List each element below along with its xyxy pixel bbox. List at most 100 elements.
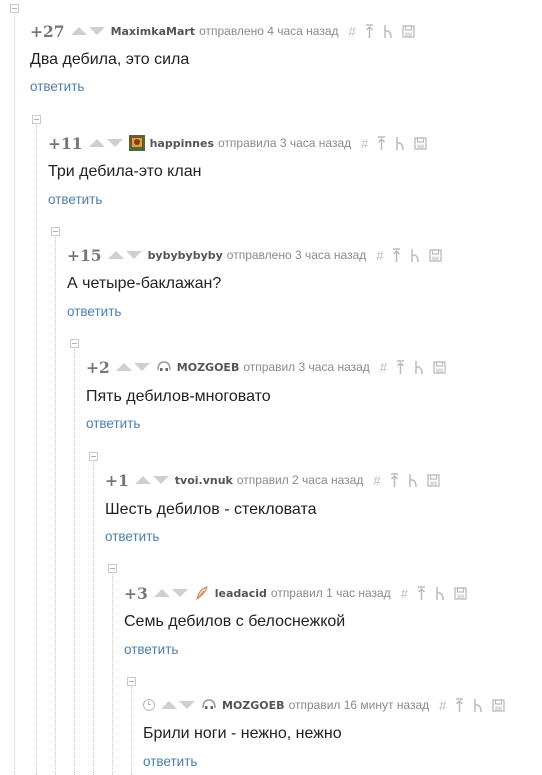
reply-link[interactable]: ответить — [86, 416, 140, 431]
clock-icon — [143, 699, 155, 711]
upvote-icon[interactable] — [153, 589, 170, 597]
pin-up-icon[interactable] — [455, 698, 464, 712]
comment-tools: # — [380, 360, 446, 375]
comment-rating: +11 — [48, 133, 83, 153]
vote-controls — [134, 476, 169, 484]
comment-tools: # — [349, 24, 415, 39]
collapse-toggle[interactable] — [127, 677, 136, 686]
comment-tools: # — [361, 136, 428, 151]
collapse-toggle[interactable] — [10, 4, 19, 13]
comment-author[interactable]: happinnes — [150, 137, 214, 150]
mask-avatar[interactable] — [156, 359, 172, 375]
downvote-icon[interactable] — [125, 251, 142, 259]
hash-icon[interactable]: # — [373, 473, 380, 488]
comment-author[interactable]: leadacid — [215, 587, 267, 600]
comment-tools: # — [439, 698, 506, 713]
collapse-toggle[interactable] — [32, 115, 41, 124]
pin-up-icon[interactable] — [377, 136, 386, 150]
collapse-toggle[interactable] — [70, 339, 79, 348]
upvote-icon[interactable] — [70, 27, 87, 35]
thread-line — [36, 125, 37, 775]
reply-link[interactable]: ответить — [124, 642, 178, 657]
upvote-icon[interactable] — [161, 701, 177, 709]
branch-icon[interactable] — [435, 586, 445, 600]
hash-icon[interactable]: # — [361, 136, 368, 151]
vote-controls — [153, 589, 188, 597]
upvote-icon[interactable] — [115, 363, 132, 371]
thread-line — [131, 687, 132, 775]
upvote-icon[interactable] — [88, 139, 105, 147]
comment-time[interactable]: отправил 2 часа назад — [237, 473, 363, 487]
reply-link[interactable]: ответить — [143, 754, 197, 769]
feather-avatar[interactable] — [194, 585, 210, 601]
pin-up-icon[interactable] — [365, 24, 374, 38]
branch-icon[interactable] — [473, 698, 483, 712]
hash-icon[interactable]: # — [349, 24, 356, 39]
comment-time[interactable]: отправил 1 час назад — [271, 586, 391, 600]
upvote-icon[interactable] — [107, 251, 124, 259]
comment-header: MOZGOEB отправил 16 минут назад # — [143, 694, 506, 716]
comment-text: Семь дебилов с белоснежкой — [124, 613, 346, 630]
reply-link[interactable]: ответить — [30, 79, 84, 94]
thread-line — [112, 574, 113, 775]
pin-up-icon[interactable] — [396, 360, 405, 374]
vote-controls — [88, 139, 123, 147]
comment-rating: +15 — [67, 245, 102, 265]
save-icon[interactable] — [454, 586, 467, 600]
comment-rating: +2 — [86, 357, 110, 377]
mask-avatar[interactable] — [201, 697, 217, 713]
comment-time[interactable]: отправил 3 часа назад — [243, 360, 369, 374]
comment-author[interactable]: MaximkaMart — [111, 25, 196, 38]
comment-rating: +1 — [105, 470, 129, 490]
comment-time[interactable]: отправила 3 часа назад — [218, 136, 351, 150]
reply-link[interactable]: ответить — [48, 192, 102, 207]
pin-up-icon[interactable] — [417, 586, 426, 600]
hash-icon[interactable]: # — [401, 586, 408, 601]
hash-icon[interactable]: # — [439, 698, 446, 713]
branch-icon[interactable] — [408, 473, 418, 487]
save-icon[interactable] — [426, 473, 440, 487]
save-icon[interactable] — [429, 248, 443, 262]
reply-link[interactable]: ответить — [105, 529, 159, 544]
collapse-toggle[interactable] — [51, 227, 60, 236]
branch-icon[interactable] — [395, 136, 405, 150]
collapse-toggle[interactable] — [108, 564, 117, 573]
comment-text: А четыре-баклажан? — [67, 275, 222, 292]
save-icon[interactable] — [433, 360, 446, 374]
comment-time[interactable]: отправил 16 минут назад — [289, 698, 430, 712]
thread-line — [55, 237, 56, 775]
comment-time[interactable]: отправлено 3 часа назад — [227, 248, 366, 262]
comment-rating: +27 — [30, 21, 65, 41]
hash-icon[interactable]: # — [376, 248, 383, 263]
branch-icon[interactable] — [410, 248, 420, 262]
downvote-icon[interactable] — [106, 139, 123, 147]
comment-time[interactable]: отправлено 4 часа назад — [199, 24, 338, 38]
comment-text: Брили ноги - нежно, нежно — [143, 725, 342, 742]
upvote-icon[interactable] — [134, 476, 151, 484]
comment-author[interactable]: MOZGOEB — [222, 699, 285, 712]
branch-icon[interactable] — [414, 360, 424, 374]
branch-icon[interactable] — [383, 24, 393, 38]
photo-avatar[interactable] — [128, 135, 145, 151]
downvote-icon[interactable] — [171, 589, 188, 597]
hash-icon[interactable]: # — [380, 360, 387, 375]
comment-text: Два дебила, это сила — [30, 51, 190, 68]
collapse-toggle[interactable] — [89, 452, 98, 461]
comment-author[interactable]: bybybybyby — [148, 249, 223, 262]
comment-header: +11 happinnes отправила 3 часа назад # — [48, 132, 428, 154]
reply-link[interactable]: ответить — [67, 304, 121, 319]
save-icon[interactable] — [414, 136, 428, 150]
save-icon[interactable] — [402, 24, 415, 38]
downvote-icon[interactable] — [88, 27, 105, 35]
downvote-icon[interactable] — [133, 363, 150, 371]
downvote-icon[interactable] — [152, 476, 169, 484]
save-icon[interactable] — [492, 698, 506, 712]
pin-up-icon[interactable] — [390, 473, 399, 487]
comment-author[interactable]: MOZGOEB — [177, 361, 240, 374]
comment-tools: # — [376, 248, 443, 263]
vote-controls — [161, 701, 195, 709]
comment-author[interactable]: tvoi.vnuk — [175, 474, 233, 487]
downvote-icon[interactable] — [179, 701, 195, 709]
comment-header: +27 MaximkaMart отправлено 4 часа назад … — [30, 20, 415, 42]
pin-up-icon[interactable] — [392, 248, 401, 262]
